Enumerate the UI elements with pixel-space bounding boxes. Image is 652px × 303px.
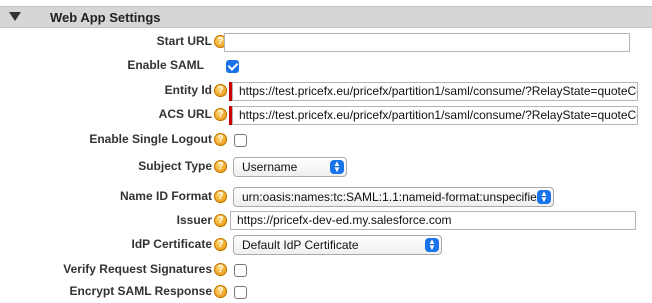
start-url-input[interactable] bbox=[224, 33, 630, 52]
verify-request-signatures-label: Verify Request Signatures bbox=[63, 262, 212, 276]
chevron-updown-icon: ▲ ▼ bbox=[330, 160, 344, 174]
help-icon[interactable]: ? bbox=[214, 238, 227, 251]
triangle-down-icon[interactable] bbox=[9, 12, 21, 21]
chevron-updown-icon: ▲ ▼ bbox=[425, 238, 439, 252]
chevron-updown-icon: ▲ ▼ bbox=[537, 190, 551, 204]
row-entity-id: Entity Id ? https://test.pricefx.eu/pric… bbox=[0, 80, 652, 102]
help-icon[interactable]: ? bbox=[214, 263, 227, 276]
help-icon[interactable]: ? bbox=[214, 160, 227, 173]
section-header[interactable]: Web App Settings bbox=[0, 6, 652, 28]
row-enable-saml: Enable SAML bbox=[0, 55, 652, 77]
section-title: Web App Settings bbox=[50, 10, 161, 25]
idp-certificate-label: IdP Certificate bbox=[131, 237, 212, 251]
acs-url-input[interactable]: https://test.pricefx.eu/pricefx/partitio… bbox=[232, 106, 638, 125]
name-id-format-label: Name ID Format bbox=[119, 189, 212, 203]
start-url-label: Start URL bbox=[156, 34, 212, 48]
entity-id-input[interactable]: https://test.pricefx.eu/pricefx/partitio… bbox=[232, 82, 638, 101]
row-subject-type: Subject Type ? Username ▲ ▼ bbox=[0, 156, 652, 178]
row-verify-request-signatures: Verify Request Signatures ? bbox=[0, 259, 652, 281]
row-name-id-format: Name ID Format ? urn:oasis:names:tc:SAML… bbox=[0, 186, 652, 208]
idp-certificate-value: Default IdP Certificate bbox=[242, 238, 359, 252]
enable-single-logout-label: Enable Single Logout bbox=[89, 132, 212, 146]
help-icon[interactable]: ? bbox=[214, 133, 227, 146]
subject-type-value: Username bbox=[242, 160, 298, 174]
help-icon[interactable]: ? bbox=[214, 108, 227, 121]
help-icon[interactable]: ? bbox=[214, 285, 227, 298]
encrypt-saml-response-label: Encrypt SAML Response bbox=[69, 284, 212, 298]
name-id-format-select[interactable]: urn:oasis:names:tc:SAML:1.1:nameid-forma… bbox=[233, 187, 554, 207]
enable-single-logout-checkbox[interactable] bbox=[234, 134, 247, 147]
enable-saml-label: Enable SAML bbox=[127, 58, 204, 72]
help-icon[interactable]: ? bbox=[214, 190, 227, 203]
subject-type-select[interactable]: Username ▲ ▼ bbox=[233, 157, 347, 177]
issuer-label: Issuer bbox=[176, 213, 212, 227]
row-start-url: Start URL ? bbox=[0, 31, 652, 53]
row-enable-single-logout: Enable Single Logout ? bbox=[0, 129, 652, 151]
verify-request-signatures-checkbox[interactable] bbox=[234, 264, 247, 277]
acs-url-label: ACS URL bbox=[158, 107, 212, 121]
help-icon[interactable]: ? bbox=[214, 84, 227, 97]
name-id-format-value: urn:oasis:names:tc:SAML:1.1:nameid-forma… bbox=[242, 190, 544, 204]
entity-id-label: Entity Id bbox=[164, 83, 212, 97]
subject-type-label: Subject Type bbox=[138, 159, 212, 173]
encrypt-saml-response-checkbox[interactable] bbox=[234, 286, 247, 299]
row-issuer: Issuer ? https://pricefx-dev-ed.my.sales… bbox=[0, 210, 652, 232]
idp-certificate-select[interactable]: Default IdP Certificate ▲ ▼ bbox=[233, 235, 442, 255]
row-idp-certificate: IdP Certificate ? Default IdP Certificat… bbox=[0, 234, 652, 256]
help-icon[interactable]: ? bbox=[214, 214, 227, 227]
enable-saml-checkbox[interactable] bbox=[226, 60, 239, 73]
row-acs-url: ACS URL ? https://test.pricefx.eu/pricef… bbox=[0, 104, 652, 126]
issuer-input[interactable]: https://pricefx-dev-ed.my.salesforce.com bbox=[230, 211, 636, 230]
